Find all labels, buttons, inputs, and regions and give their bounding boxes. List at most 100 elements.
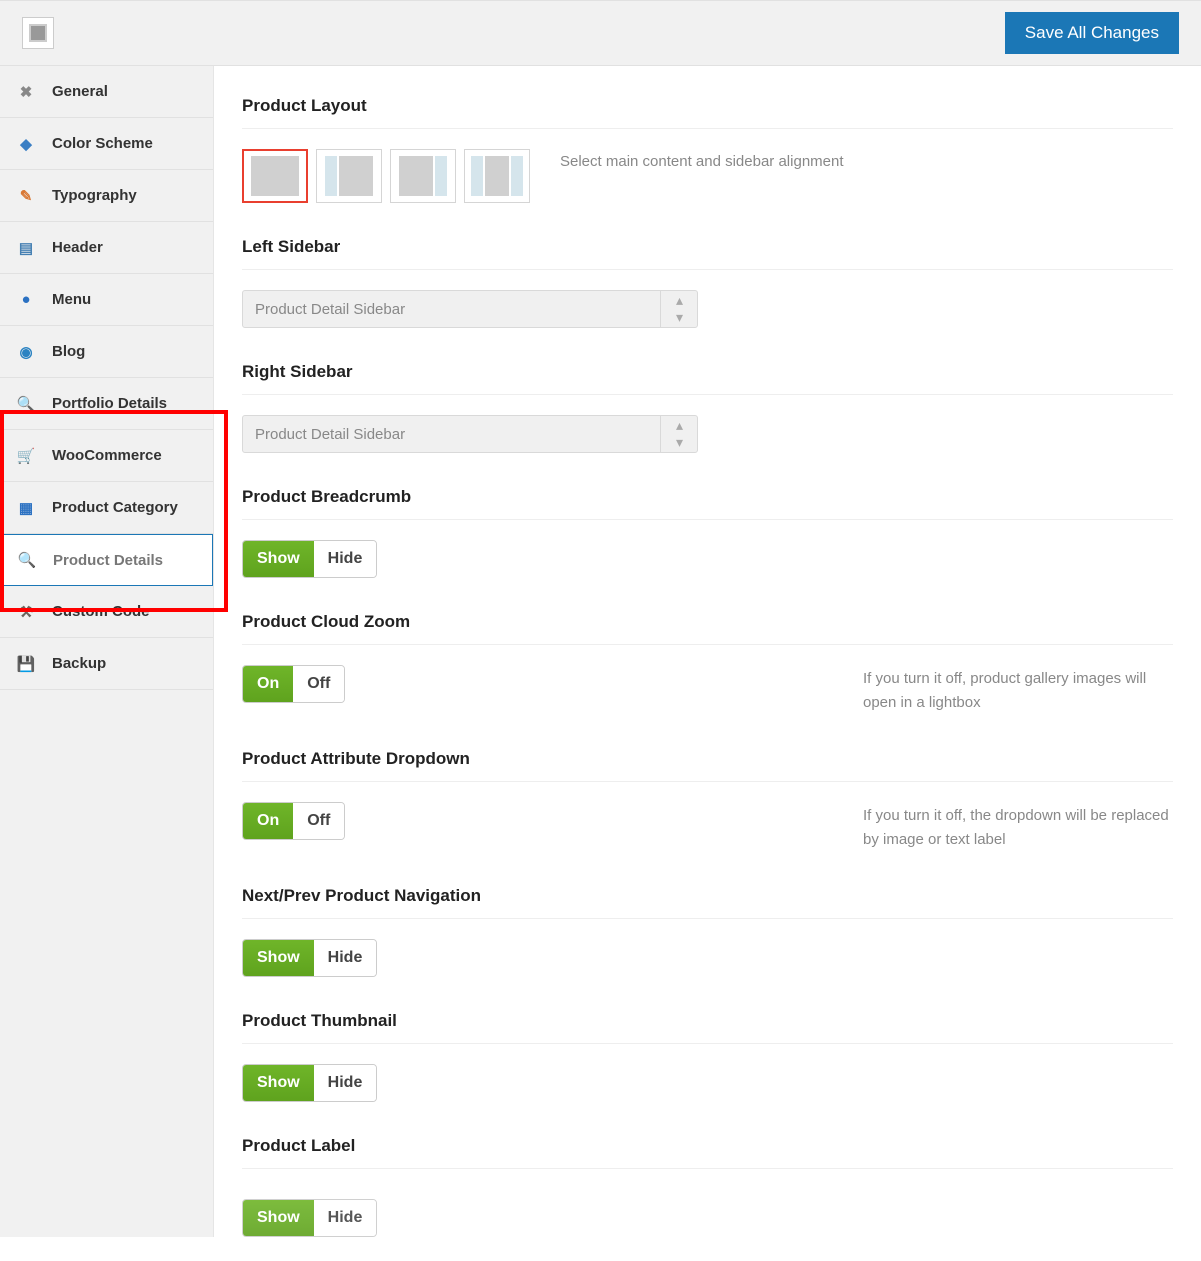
section-right-sidebar: Right Sidebar Product Detail Sidebar ▴▾ [242,362,1173,453]
next-prev-toggle[interactable]: Show Hide [242,939,377,977]
sidebar-item-product-category[interactable]: ▦ Product Category [0,482,213,534]
tools-icon: ⚒ [16,602,36,622]
menu-icon: ● [16,290,36,310]
sidebar-item-label: Custom Code [52,603,150,620]
section-cloud-zoom: Product Cloud Zoom On Off If you turn it… [242,612,1173,715]
palette-icon: ◆ [16,134,36,154]
layout-opt-both-sidebars[interactable] [464,149,530,203]
sidebar-item-general[interactable]: ✖ General [0,66,213,118]
toggle-hide[interactable]: Hide [314,940,377,976]
attribute-dropdown-description: If you turn it off, the dropdown will be… [863,802,1173,852]
sidebar-item-label: Portfolio Details [52,395,167,412]
layout-options [242,149,530,203]
section-left-sidebar: Left Sidebar Product Detail Sidebar ▴▾ [242,237,1173,328]
toggle-on[interactable]: On [243,803,293,839]
divider [242,918,1173,919]
toggle-hide[interactable]: Hide [314,1200,377,1236]
left-sidebar-select[interactable]: Product Detail Sidebar ▴▾ [242,290,698,328]
section-label: Product Label Show Hide [242,1136,1173,1227]
sidebar-item-label: Header [52,239,103,256]
divider [242,1043,1173,1044]
section-product-layout: Product Layout Select main content and s… [242,96,1173,203]
divider [242,269,1173,270]
search-icon: 🔍 [17,550,37,570]
layout-opt-left-sidebar[interactable] [316,149,382,203]
label-toggle[interactable]: Show Hide [242,1199,377,1237]
search-icon: 🔍 [16,394,36,414]
sidebar: ✖ General ◆ Color Scheme ✎ Typography ▤ … [0,66,214,1237]
select-value: Product Detail Sidebar [242,290,698,328]
sidebar-item-portfolio-details[interactable]: 🔍 Portfolio Details [0,378,213,430]
content-panel: Product Layout Select main content and s… [214,66,1201,1237]
toggle-show[interactable]: Show [243,1200,314,1236]
cloud-zoom-description: If you turn it off, product gallery imag… [863,665,1173,715]
chevron-updown-icon: ▴▾ [660,290,698,328]
chevron-updown-icon: ▴▾ [660,415,698,453]
divider [242,1168,1173,1169]
panel-logo-icon [22,17,54,49]
sidebar-item-header[interactable]: ▤ Header [0,222,213,274]
sidebar-item-label: Color Scheme [52,135,153,152]
cloud-zoom-toggle[interactable]: On Off [242,665,345,703]
sidebar-item-woocommerce[interactable]: 🛒 WooCommerce [0,430,213,482]
toggle-off[interactable]: Off [293,803,344,839]
right-sidebar-select[interactable]: Product Detail Sidebar ▴▾ [242,415,698,453]
sidebar-item-label: Menu [52,291,91,308]
header-icon: ▤ [16,238,36,258]
sidebar-item-label: General [52,83,108,100]
sidebar-item-product-details[interactable]: 🔍 Product Details [0,534,213,586]
section-attribute-dropdown: Product Attribute Dropdown On Off If you… [242,749,1173,852]
section-title: Product Attribute Dropdown [242,749,1173,769]
layout-opt-right-sidebar[interactable] [390,149,456,203]
divider [242,644,1173,645]
section-title: Product Thumbnail [242,1011,1173,1031]
divider [242,128,1173,129]
section-title: Product Breadcrumb [242,487,1173,507]
section-title: Right Sidebar [242,362,1173,382]
list-icon: ▦ [16,498,36,518]
toggle-show[interactable]: Show [243,541,314,577]
layout-opt-full[interactable] [242,149,308,203]
backup-icon: 💾 [16,654,36,674]
toggle-show[interactable]: Show [243,1065,314,1101]
sidebar-item-color-scheme[interactable]: ◆ Color Scheme [0,118,213,170]
sidebar-item-custom-code[interactable]: ⚒ Custom Code [0,586,213,638]
toggle-hide[interactable]: Hide [314,1065,377,1101]
toggle-on[interactable]: On [243,666,293,702]
sidebar-item-backup[interactable]: 💾 Backup [0,638,213,690]
section-title: Product Cloud Zoom [242,612,1173,632]
section-breadcrumb: Product Breadcrumb Show Hide [242,487,1173,578]
save-all-button[interactable]: Save All Changes [1005,12,1179,54]
sidebar-item-label: Blog [52,343,85,360]
thumbnail-toggle[interactable]: Show Hide [242,1064,377,1102]
sidebar-item-label: Product Category [52,499,178,516]
sidebar-item-blog[interactable]: ◉ Blog [0,326,213,378]
layout-description: Select main content and sidebar alignmen… [560,149,844,170]
section-thumbnail: Product Thumbnail Show Hide [242,1011,1173,1102]
header-bar: Save All Changes [0,0,1201,66]
sidebar-item-typography[interactable]: ✎ Typography [0,170,213,222]
section-title: Product Layout [242,96,1173,116]
sidebar-item-label: Product Details [53,552,163,569]
sidebar-item-label: Backup [52,655,106,672]
attribute-dropdown-toggle[interactable]: On Off [242,802,345,840]
section-title: Left Sidebar [242,237,1173,257]
toggle-show[interactable]: Show [243,940,314,976]
divider [242,781,1173,782]
breadcrumb-toggle[interactable]: Show Hide [242,540,377,578]
blog-icon: ◉ [16,342,36,362]
divider [242,394,1173,395]
divider [242,519,1173,520]
sidebar-item-label: WooCommerce [52,447,162,464]
font-icon: ✎ [16,186,36,206]
section-next-prev: Next/Prev Product Navigation Show Hide [242,886,1173,977]
toggle-off[interactable]: Off [293,666,344,702]
select-value: Product Detail Sidebar [242,415,698,453]
section-title: Product Label [242,1136,1173,1156]
section-title: Next/Prev Product Navigation [242,886,1173,906]
sidebar-item-label: Typography [52,187,137,204]
sidebar-item-menu[interactable]: ● Menu [0,274,213,326]
toggle-hide[interactable]: Hide [314,541,377,577]
cart-icon: 🛒 [16,446,36,466]
wrench-icon: ✖ [16,82,36,102]
